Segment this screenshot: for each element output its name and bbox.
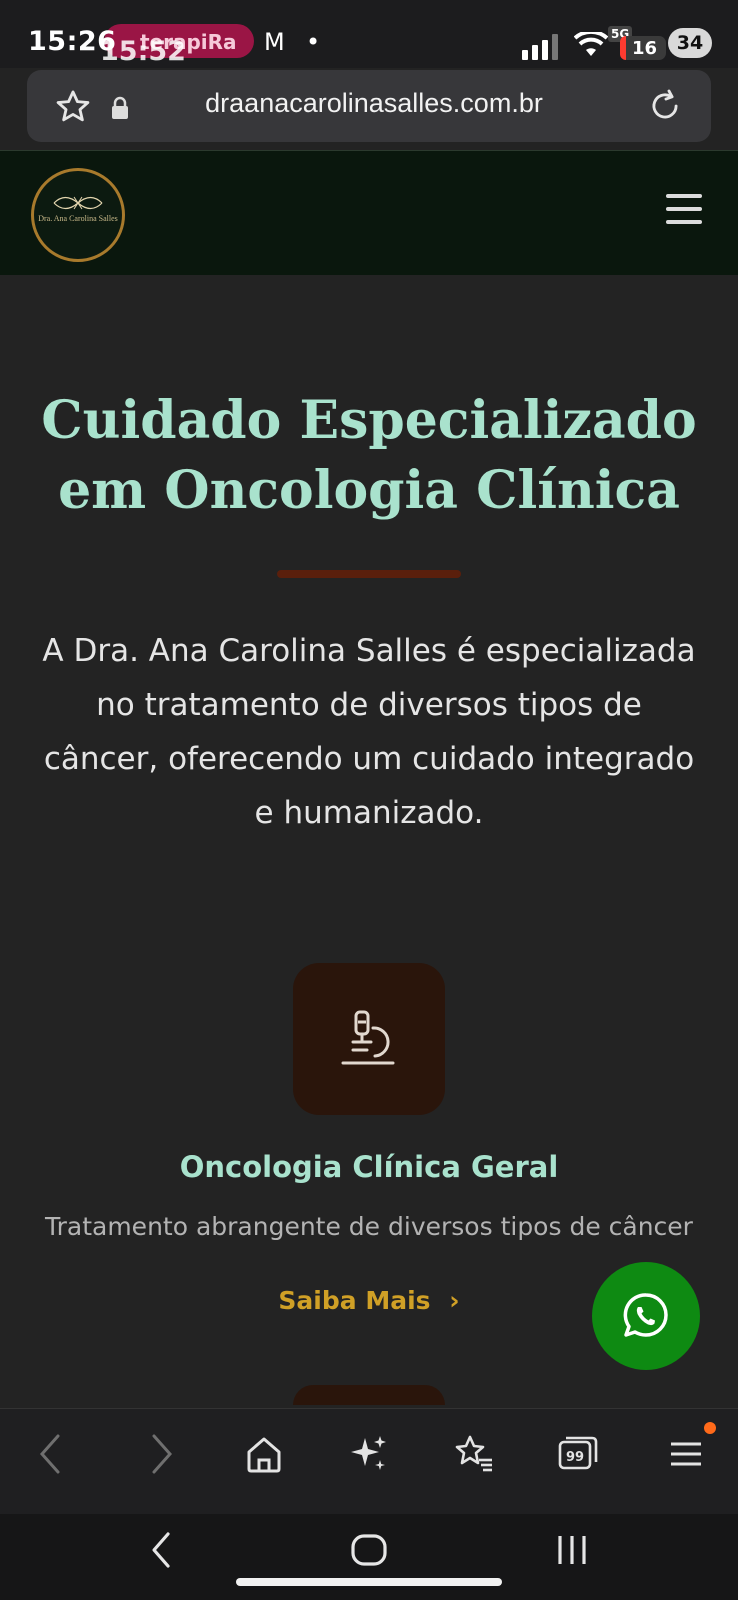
home-icon[interactable] bbox=[244, 1432, 284, 1476]
hero-text-line-2: no tratamento de diversos tipos de bbox=[96, 687, 642, 723]
next-service-tile bbox=[293, 1385, 445, 1405]
battery-level bbox=[620, 36, 626, 60]
service-description: Tratamento abrangente de diversos tipos … bbox=[45, 1212, 693, 1241]
mail-icon: M bbox=[264, 28, 285, 56]
hero-text-line-1: A Dra. Ana Carolina Salles é especializa… bbox=[42, 633, 696, 669]
status-overlay-time: 15:52 bbox=[100, 36, 186, 67]
hero-text-line-3: câncer, oferecendo um cuidado integrado bbox=[43, 741, 695, 777]
hero-description: A Dra. Ana Carolina Salles é especializa… bbox=[24, 624, 714, 840]
whatsapp-icon bbox=[623, 1293, 668, 1337]
signal-icon bbox=[522, 34, 558, 60]
menu-notification-dot bbox=[704, 1422, 716, 1434]
wifi-icon bbox=[574, 32, 608, 56]
logo-text: Dra. Ana Carolina Salles bbox=[38, 214, 118, 223]
logo-mark-icon bbox=[53, 196, 103, 210]
tabs-count: 99 bbox=[566, 1450, 584, 1465]
divider bbox=[277, 570, 461, 578]
status-dot: • bbox=[306, 28, 321, 56]
back-icon[interactable] bbox=[36, 1432, 66, 1476]
whatsapp-button[interactable] bbox=[592, 1262, 700, 1370]
tabs-icon[interactable]: 99 bbox=[556, 1432, 600, 1476]
microscope-icon bbox=[341, 1010, 395, 1065]
saiba-mais-label: Saiba Mais bbox=[278, 1286, 431, 1315]
menu-icon[interactable] bbox=[668, 1432, 704, 1476]
nav-recents-icon[interactable] bbox=[554, 1528, 590, 1572]
nav-back-icon[interactable] bbox=[146, 1528, 176, 1572]
nav-home-icon[interactable] bbox=[348, 1528, 390, 1572]
lock-icon bbox=[112, 96, 128, 119]
saiba-mais-link[interactable]: Saiba Mais › bbox=[244, 1286, 494, 1315]
hero-text-line-4: e humanizado. bbox=[254, 795, 484, 831]
chevron-right-icon: › bbox=[449, 1286, 460, 1315]
notification-count-badge: 34 bbox=[668, 28, 712, 58]
hero-title-line-1: Cuidado Especializado bbox=[41, 390, 697, 451]
sparkle-icon[interactable] bbox=[348, 1432, 390, 1476]
url-text[interactable]: draanacarolinasalles.com.br bbox=[150, 88, 598, 119]
service-title: Oncologia Clínica Geral bbox=[179, 1150, 559, 1184]
forward-icon[interactable] bbox=[146, 1432, 176, 1476]
star-icon[interactable] bbox=[54, 88, 92, 126]
battery-percent: 16 bbox=[632, 38, 658, 59]
hero-title-line-2: em Oncologia Clínica bbox=[58, 460, 680, 521]
bookmarks-icon[interactable] bbox=[452, 1432, 496, 1476]
hamburger-menu-button[interactable] bbox=[666, 194, 702, 224]
hero-title: Cuidado Especializado em Oncologia Clíni… bbox=[20, 386, 718, 526]
reload-icon[interactable] bbox=[646, 87, 684, 125]
home-indicator[interactable] bbox=[236, 1578, 502, 1586]
